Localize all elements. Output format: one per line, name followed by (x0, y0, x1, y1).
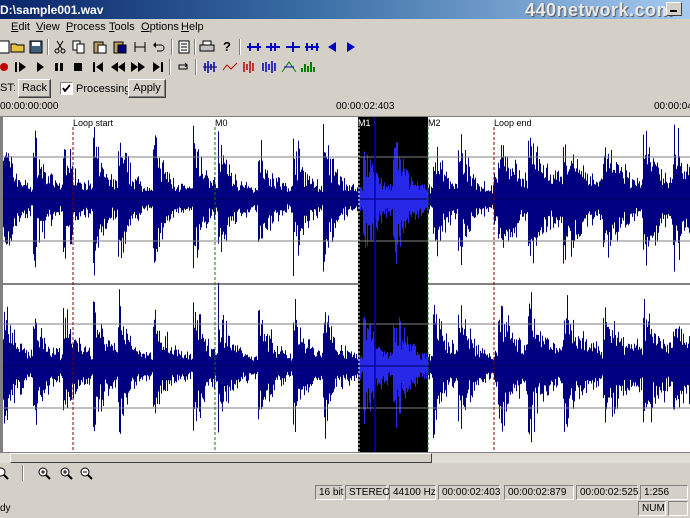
menu-edit[interactable]: Edit (11, 21, 30, 33)
trim-icon[interactable] (132, 39, 148, 54)
graphic-eq-icon[interactable] (222, 59, 238, 74)
num-lock-indicator: NUM (638, 501, 666, 516)
channel-mode: STEREO (345, 485, 390, 500)
spectrum-icon[interactable] (300, 59, 316, 74)
menu-view[interactable]: View (36, 21, 60, 33)
processing-label: Processing (76, 83, 131, 95)
zoom-ratio: 1:256 (640, 485, 688, 500)
zoom-vertical-out-icon[interactable] (78, 465, 94, 480)
fast-forward-icon[interactable] (130, 59, 146, 74)
waveform-view[interactable]: Loop start M0 M1 M2 Loop end (0, 117, 690, 452)
bit-depth: 16 bit (315, 485, 343, 500)
zoom-horizontal-icon[interactable] (285, 39, 301, 54)
open-folder-icon[interactable] (10, 39, 26, 54)
paste-icon[interactable] (92, 39, 108, 54)
copy-icon[interactable] (71, 39, 87, 54)
zoom-vertical-in-icon[interactable] (58, 465, 74, 480)
scroll-left-icon[interactable] (324, 39, 340, 54)
go-to-start-icon[interactable] (91, 59, 107, 74)
ruler-mid-time: 00:00:02:403 (336, 101, 395, 112)
status-cell-empty (668, 501, 688, 516)
undo-icon[interactable] (151, 39, 167, 54)
zoom-out-full-icon[interactable] (304, 39, 320, 54)
ruler-start-time: 00:00:00:000 (0, 101, 59, 112)
print-icon[interactable] (199, 39, 215, 54)
time-ruler[interactable]: 00:00:00:000 00:00:02:403 00:00:04 (0, 99, 690, 117)
selection-start: 00:00:02:403 (438, 485, 500, 500)
zoom-bar (0, 463, 690, 483)
loop-end-label: Loop end (494, 118, 532, 128)
rack-button[interactable]: Rack (18, 79, 51, 98)
menu-options[interactable]: Options (141, 21, 179, 33)
status-bar: dy 16 bit STEREO 44100 Hz 00:00:02:403 0… (0, 483, 690, 518)
stop-icon[interactable] (70, 59, 86, 74)
save-icon[interactable] (28, 39, 44, 54)
zoom-selection-icon[interactable] (265, 39, 281, 54)
selection-end: 00:00:02:879 (504, 485, 574, 500)
toolbar-prefix: ST: (0, 82, 16, 94)
menu-help[interactable]: Help (181, 21, 204, 33)
menu-bar: Edit View Process Tools Options Help (0, 19, 690, 37)
compressor-icon[interactable] (261, 59, 277, 74)
status-text: dy (0, 503, 11, 514)
m0-label: M0 (215, 118, 228, 128)
selection-length: 00:00:02:525 (576, 485, 638, 500)
apply-button[interactable]: Apply (128, 79, 166, 98)
waveform-channel-1 (3, 124, 690, 276)
go-to-end-icon[interactable] (150, 59, 166, 74)
scrollbar-thumb[interactable] (10, 453, 432, 463)
paste-special-icon[interactable] (112, 39, 128, 54)
m2-label: M2 (428, 118, 441, 128)
sample-rate: 44100 Hz (389, 485, 436, 500)
loop-start-label: Loop start (73, 118, 114, 128)
main-toolbar: ? (0, 37, 690, 57)
play-all-icon[interactable] (13, 59, 29, 74)
pause-icon[interactable] (51, 59, 67, 74)
cut-icon[interactable] (52, 39, 68, 54)
minimize-button[interactable] (666, 2, 682, 16)
menu-tools[interactable]: Tools (109, 21, 135, 33)
horizontal-scrollbar[interactable] (0, 452, 690, 463)
m1-label: M1 (358, 118, 371, 128)
transport-toolbar (0, 57, 690, 77)
noise-gate-icon[interactable] (281, 59, 297, 74)
waveform-canvas[interactable]: Loop start M0 M1 M2 Loop end (3, 117, 690, 452)
scroll-right-icon[interactable] (343, 39, 359, 54)
loop-icon[interactable] (175, 59, 191, 74)
menu-process[interactable]: Process (66, 21, 106, 33)
zoom-in-icon[interactable] (36, 465, 52, 480)
zoom-out-icon[interactable] (0, 465, 10, 480)
waveform-channel-2 (3, 282, 690, 443)
zoom-in-full-icon[interactable] (246, 39, 262, 54)
rewind-icon[interactable] (110, 59, 126, 74)
window-title: D:\sample001.wav (0, 3, 104, 17)
properties-icon[interactable] (176, 39, 192, 54)
help-icon[interactable]: ? (219, 39, 235, 54)
title-bar: D:\sample001.wav 440network.com (0, 0, 690, 20)
distortion-icon[interactable] (241, 59, 257, 74)
effects-toolbar: ST: Rack Processing Apply (0, 78, 690, 99)
ruler-end-time: 00:00:04 (654, 101, 690, 112)
play-icon[interactable] (32, 59, 48, 74)
normalize-icon[interactable] (202, 59, 218, 74)
record-icon[interactable] (0, 59, 12, 74)
processing-checkbox[interactable] (60, 82, 73, 95)
watermark: 440network.com (525, 0, 674, 20)
